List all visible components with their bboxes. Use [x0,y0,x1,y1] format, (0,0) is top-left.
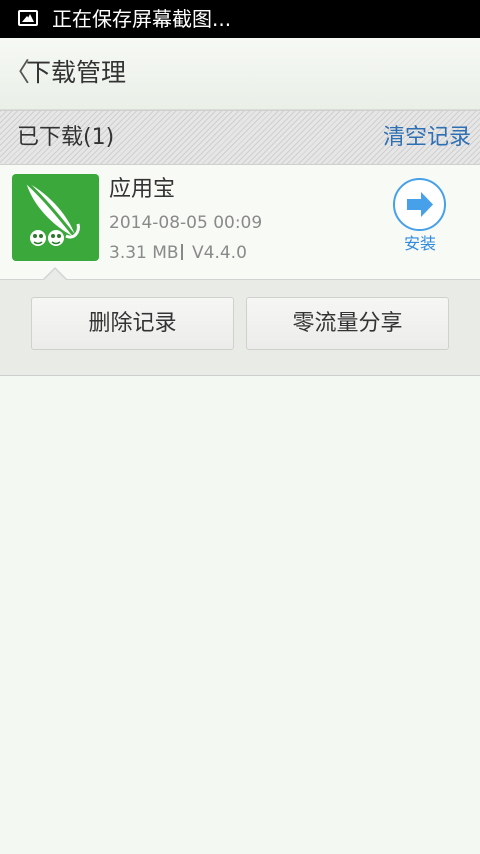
download-date: 2014-08-05 00:09 [109,213,263,233]
file-size: 3.31 MB [109,243,179,263]
downloaded-section-header: 已下载(1) 清空记录 [0,110,480,165]
downloaded-count-label: 已下载(1) [17,125,115,150]
clear-records-button[interactable]: 清空记录 [383,123,471,153]
download-list-item[interactable]: 应用宝 2014-08-05 00:09 3.31 MB V4.4.0 安装 [0,165,480,279]
status-bar: 正在保存屏幕截图... [0,0,480,38]
panel-pointer-fill [43,269,67,281]
status-notification-text: 正在保存屏幕截图... [52,7,232,31]
title-bar: 〈 下载管理 [0,38,480,110]
page-title: 下载管理 [26,58,127,87]
app-version: V4.4.0 [192,243,247,263]
install-label: 安装 [403,234,436,253]
yingyongbao-app-icon [12,174,99,261]
arrow-right-icon [393,178,446,231]
install-button[interactable]: 安装 [386,175,454,265]
delete-record-button[interactable]: 删除记录 [31,297,234,350]
info-separator [181,244,183,260]
back-icon[interactable]: 〈 [4,58,30,88]
screenshot-icon [18,10,38,26]
app-name: 应用宝 [109,177,176,202]
item-actions-panel: 删除记录 零流量分享 [0,267,480,376]
zero-traffic-share-button[interactable]: 零流量分享 [246,297,449,350]
